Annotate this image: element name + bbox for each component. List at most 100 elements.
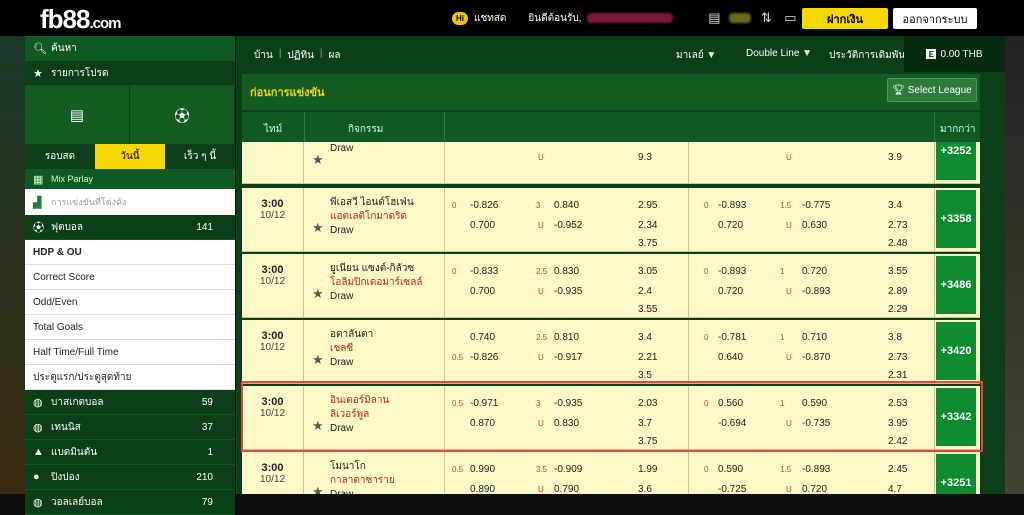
odds-ht-hdp-home[interactable]: 0.590 (718, 464, 743, 475)
home-team[interactable]: พีเอสวี ไอนด์โฮเฟ่น (330, 196, 414, 210)
odds-1x2-draw[interactable]: 3.5 (638, 370, 652, 381)
logout-button[interactable]: ออกจากระบบ (893, 8, 977, 29)
popular-matches-filter[interactable]: ▟ การแข่งขันที่โด่งดัง (25, 189, 235, 215)
odds-under[interactable]: 0.790 (554, 484, 579, 494)
home-team[interactable]: อินเตอร์มิลาน (330, 394, 389, 408)
bet-type-first-last-goal[interactable]: ประตูแรก/ประตูสุดท้าย (25, 365, 235, 390)
odds-ht-1x2-home[interactable]: 9.5 (888, 142, 902, 143)
odds-hdp-home[interactable]: -0.971 (470, 398, 498, 409)
odds-ht-over[interactable]: -0.893 (802, 464, 830, 475)
odds-hdp-away[interactable]: 0.700 (470, 220, 495, 231)
away-team[interactable]: ลิเวอร์พูล (330, 408, 389, 422)
odds-over[interactable]: 0.860 (554, 142, 579, 143)
odds-1x2-away[interactable]: 3.7 (638, 418, 652, 429)
away-team[interactable]: กาลาตาซาราย (330, 474, 395, 488)
nav-results[interactable]: ผล (329, 48, 341, 63)
odds-1x2-home[interactable]: 14 (638, 142, 649, 143)
home-team[interactable]: ยูเนียน แซงต์-กิลัวซ (330, 262, 422, 276)
away-team[interactable]: เชลซี (330, 342, 373, 356)
select-league-button[interactable]: 🏆︎ Select League (887, 78, 977, 102)
odds-1x2-away[interactable]: 2.4 (638, 286, 652, 297)
odds-ht-hdp-away[interactable]: 0.720 (718, 286, 743, 297)
odds-ht-1x2-away[interactable]: 2.89 (888, 286, 907, 297)
more-markets-button[interactable]: +3486 (936, 256, 976, 314)
odds-ht-1x2-away[interactable]: 4.7 (888, 484, 902, 494)
odds-1x2-home[interactable]: 3.05 (638, 266, 657, 277)
odds-ht-under[interactable]: -0.735 (802, 418, 830, 429)
odds-ht-hdp-away[interactable]: -0.694 (718, 418, 746, 429)
betslip-icon[interactable]: ▤ (25, 86, 130, 144)
bet-type-total-goals[interactable]: Total Goals (25, 315, 235, 340)
bet-type-odd-even[interactable]: Odd/Even (25, 290, 235, 315)
odds-ht-under[interactable]: -0.893 (802, 286, 830, 297)
odds-ht-hdp-home[interactable]: -0.893 (718, 200, 746, 211)
odds-ht-over[interactable]: 0.750 (802, 142, 827, 143)
odds-ht-1x2-draw[interactable]: 2.42 (888, 436, 907, 447)
odds-ht-under[interactable]: 0.720 (802, 484, 827, 494)
odds-ht-over[interactable]: 0.590 (802, 398, 827, 409)
wallet-icon[interactable]: ▤ (705, 10, 723, 26)
odds-type-dropdown[interactable]: มาเลย์ ▼ (676, 48, 716, 63)
odds-ht-1x2-home[interactable]: 3.8 (888, 332, 902, 343)
odds-over[interactable]: 0.830 (554, 266, 579, 277)
odds-over[interactable]: -0.909 (554, 464, 582, 475)
odds-hdp-away[interactable]: 0.870 (470, 418, 495, 429)
odds-ht-hdp-home[interactable]: -0.893 (718, 266, 746, 277)
home-team[interactable]: อตาลันตา (330, 328, 373, 342)
odds-ht-hdp-home[interactable]: -0.781 (718, 332, 746, 343)
more-markets-button[interactable]: +3252 (936, 142, 976, 180)
odds-ht-1x2-draw[interactable]: 2.31 (888, 370, 907, 381)
bet-type-correct-score[interactable]: Correct Score (25, 265, 235, 290)
odds-under[interactable]: -0.935 (554, 286, 582, 297)
odds-hdp-away[interactable]: 0.700 (470, 286, 495, 297)
odds-hdp-home[interactable]: -0.833 (470, 266, 498, 277)
odds-ht-1x2-away[interactable]: 2.73 (888, 352, 907, 363)
odds-ht-1x2-home[interactable]: 3.4 (888, 200, 902, 211)
odds-ht-over[interactable]: 0.710 (802, 332, 827, 343)
odds-ht-over[interactable]: 0.720 (802, 266, 827, 277)
site-logo[interactable]: fb88.com (40, 4, 121, 35)
sidebar-favorites[interactable]: ★ รายการโปรด (25, 61, 235, 86)
odds-1x2-away[interactable]: 2.21 (638, 352, 657, 363)
odds-hdp-home[interactable]: -0.826 (470, 200, 498, 211)
line-type-dropdown[interactable]: Double Line ▼ (746, 48, 812, 59)
transfer-icon[interactable]: ⇅ (757, 10, 775, 26)
home-team[interactable]: โมนาโก (330, 460, 395, 474)
sidebar-item-badminton[interactable]: ▲ แบดมินตัน 1 (25, 440, 235, 465)
away-team[interactable]: แอตเลติโกมาดริด (330, 210, 414, 224)
more-markets-button[interactable]: +3358 (936, 190, 976, 248)
odds-under[interactable]: -0.952 (554, 220, 582, 231)
odds-1x2-away[interactable]: 9.3 (638, 152, 652, 163)
odds-1x2-home[interactable]: 2.03 (638, 398, 657, 409)
odds-1x2-draw[interactable]: 3.75 (638, 238, 657, 249)
odds-ht-1x2-home[interactable]: 2.45 (888, 464, 907, 475)
odds-1x2-draw[interactable]: 3.75 (638, 436, 657, 447)
more-markets-button[interactable]: +3251 (936, 454, 976, 494)
mix-parlay[interactable]: ▦ Mix Parlay (25, 169, 235, 189)
odds-ht-1x2-draw[interactable]: 2.29 (888, 304, 907, 315)
odds-ht-under[interactable]: -0.870 (802, 352, 830, 363)
favorite-star-icon[interactable]: ★ (312, 220, 324, 236)
odds-ht-under[interactable]: 0.630 (802, 220, 827, 231)
odds-hdp-home[interactable]: 0.740 (470, 332, 495, 343)
sidebar-item-basketball[interactable]: ◍ บาสเกตบอล 59 (25, 390, 235, 415)
bet-type-ht-ft[interactable]: Half Time/Full Time (25, 340, 235, 365)
odds-hdp-away[interactable]: -0.826 (470, 352, 498, 363)
odds-ht-1x2-away[interactable]: 3.9 (888, 152, 902, 163)
odds-ht-hdp-home[interactable]: 0.560 (718, 398, 743, 409)
odds-1x2-draw[interactable]: 3.55 (638, 304, 657, 315)
odds-ht-1x2-home[interactable]: 3.55 (888, 266, 907, 277)
odds-hdp-home[interactable]: 0.860 (470, 142, 495, 143)
odds-ht-hdp-away[interactable]: 0.720 (718, 220, 743, 231)
odds-hdp-home[interactable]: 0.990 (470, 464, 495, 475)
away-team[interactable]: โอลิมปิกเดอมาร์เซลล์ (330, 276, 422, 290)
sidebar-item-tennis[interactable]: ◍ เทนนิส 37 (25, 415, 235, 440)
bet-type-hdp-ou[interactable]: HDP & OU (25, 240, 235, 265)
odds-1x2-home[interactable]: 2.95 (638, 200, 657, 211)
odds-over[interactable]: 0.810 (554, 332, 579, 343)
favorite-star-icon[interactable]: ★ (312, 286, 324, 302)
odds-1x2-home[interactable]: 3.4 (638, 332, 652, 343)
more-markets-button[interactable]: +3342 (936, 388, 976, 446)
odds-1x2-away[interactable]: 2.34 (638, 220, 657, 231)
favorite-star-icon[interactable]: ★ (312, 352, 324, 368)
